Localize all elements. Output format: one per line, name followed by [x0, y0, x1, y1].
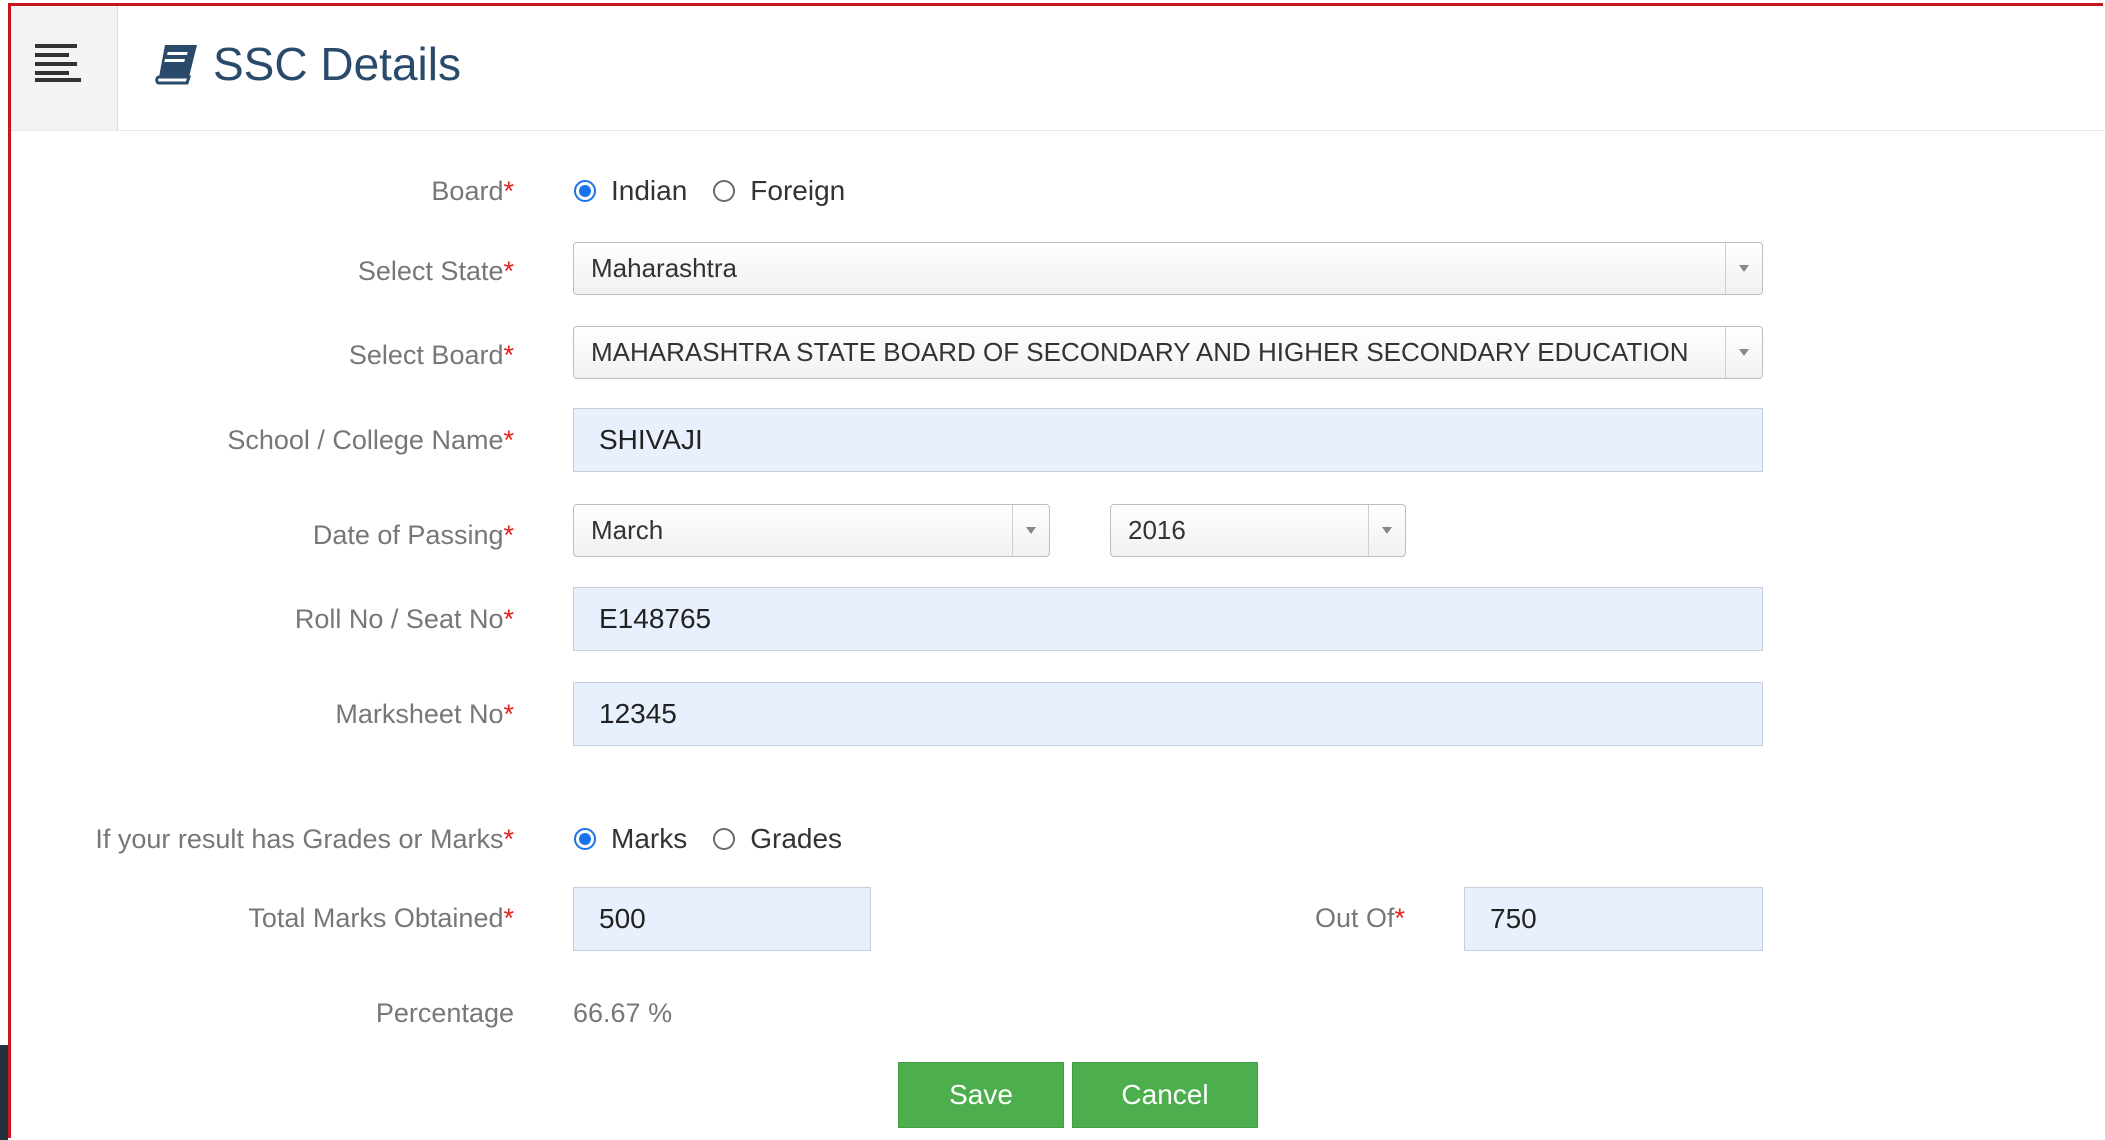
roll-no-input[interactable]: E148765 [573, 587, 1763, 651]
marksheet-no-input[interactable]: 12345 [573, 682, 1763, 746]
hamburger-menu-icon [35, 44, 81, 82]
app-frame [8, 3, 2103, 1138]
select-board-label: Select Board* [348, 340, 514, 370]
result-type-label: If your result has Grades or Marks* [95, 824, 514, 854]
board-label: Board* [431, 176, 514, 206]
chevron-down-icon [1368, 505, 1405, 556]
board-radio-group: Indian Foreign [574, 175, 871, 207]
menu-toggle-button[interactable] [11, 6, 118, 130]
board-radio-indian[interactable]: Indian [574, 175, 687, 207]
state-select[interactable]: Maharashtra [573, 242, 1763, 295]
radio-checked-icon [574, 828, 596, 850]
school-name-input[interactable]: SHIVAJI [573, 408, 1763, 472]
state-label: Select State* [357, 256, 514, 286]
roll-no-label: Roll No / Seat No* [294, 604, 514, 634]
out-of-input[interactable]: 750 [1464, 887, 1763, 951]
percentage-value: 66.67 % [573, 998, 673, 1028]
chevron-down-icon [1725, 327, 1762, 378]
total-marks-label: Total Marks Obtained* [248, 903, 514, 933]
cancel-button[interactable]: Cancel [1072, 1062, 1258, 1128]
date-of-passing-label: Date of Passing* [312, 520, 514, 550]
percentage-label: Percentage [375, 998, 514, 1028]
board-radio-foreign[interactable]: Foreign [713, 175, 845, 207]
marksheet-no-label: Marksheet No* [335, 699, 514, 729]
radio-unchecked-icon [713, 828, 736, 850]
radio-unchecked-icon [713, 180, 736, 202]
result-radio-marks[interactable]: Marks [574, 823, 687, 855]
chevron-down-icon [1725, 243, 1762, 294]
background-strip [0, 1045, 8, 1140]
chevron-down-icon [1012, 505, 1049, 556]
total-marks-input[interactable]: 500 [573, 887, 871, 951]
out-of-label: Out Of* [1314, 903, 1405, 933]
result-type-radio-group: Marks Grades [574, 823, 868, 855]
radio-checked-icon [574, 180, 596, 202]
result-radio-grades[interactable]: Grades [713, 823, 842, 855]
save-button[interactable]: Save [898, 1062, 1064, 1128]
book-icon [155, 45, 197, 85]
board-select[interactable]: MAHARASHTRA STATE BOARD OF SECONDARY AND… [573, 326, 1763, 379]
passing-year-select[interactable]: 2016 [1110, 504, 1406, 557]
school-label: School / College Name* [227, 425, 514, 455]
page-title-group: SSC Details [155, 34, 461, 94]
passing-month-select[interactable]: March [573, 504, 1050, 557]
page-header: SSC Details [11, 6, 2105, 131]
page-title: SSC Details [213, 38, 461, 90]
